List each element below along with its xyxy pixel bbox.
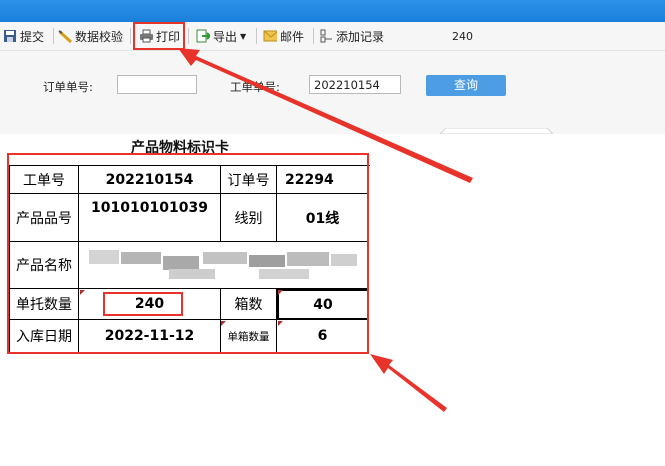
add-record-button[interactable]: 添加记录: [319, 26, 384, 46]
title-bar: [0, 0, 665, 22]
toolbar-divider: [188, 28, 189, 44]
work-order-input[interactable]: 202210154: [309, 75, 401, 94]
export-label: 导出: [213, 29, 238, 44]
query-button[interactable]: 查询: [426, 75, 506, 96]
pencil-ruler-icon: [58, 30, 72, 43]
work-order-label: 工单单号:: [230, 80, 280, 94]
count-value: 240: [452, 29, 473, 43]
mail-label: 邮件: [280, 29, 305, 44]
toolbar: 提交 数据校验 打印 导出 ▼ 邮件 添加记录 240: [0, 22, 665, 51]
add-record-icon: [320, 29, 332, 43]
pallet-qty-highlight-box: [103, 292, 183, 316]
toolbar-divider: [256, 28, 257, 44]
validate-label: 数据校验: [75, 29, 124, 44]
collapse-handle[interactable]: [440, 128, 553, 134]
toolbar-divider: [130, 28, 131, 44]
table-highlight-box: [7, 153, 369, 354]
submit-button[interactable]: 提交: [3, 26, 44, 46]
toolbar-divider: [53, 28, 54, 44]
submit-label: 提交: [20, 29, 45, 44]
mail-button[interactable]: 邮件: [263, 26, 304, 46]
order-number-label: 订单单号:: [43, 80, 93, 94]
chevron-down-icon[interactable]: ▼: [240, 32, 246, 41]
add-record-label: 添加记录: [336, 29, 385, 44]
arrow-to-table: [370, 354, 447, 412]
validate-button[interactable]: 数据校验: [58, 26, 123, 46]
export-button[interactable]: 导出 ▼: [196, 26, 246, 46]
search-panel: 订单单号: 工单单号: 202210154 查询: [0, 51, 665, 134]
save-icon: [4, 30, 16, 42]
count-display: 240: [452, 26, 473, 46]
mail-icon: [263, 30, 277, 42]
toolbar-divider: [313, 28, 314, 44]
print-highlight-box: [133, 22, 185, 50]
order-number-input[interactable]: [117, 75, 197, 94]
export-icon: [196, 29, 210, 43]
